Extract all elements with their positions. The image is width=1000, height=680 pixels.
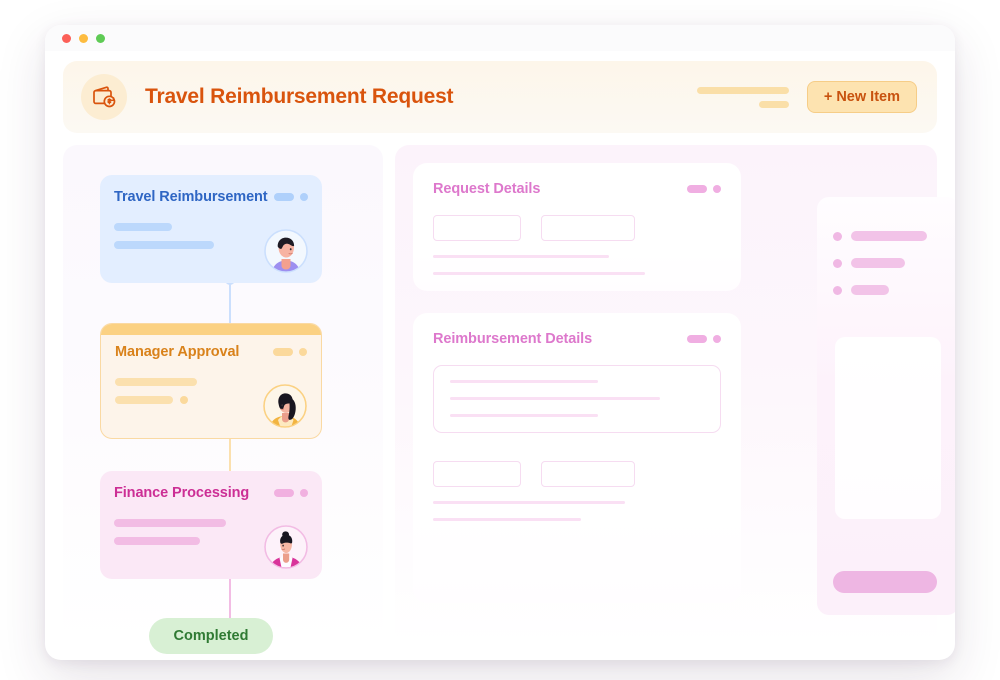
- skeleton-line: [433, 272, 645, 275]
- reimbursement-field-b-input[interactable]: [541, 461, 635, 487]
- reimbursement-field-a-input[interactable]: [433, 461, 521, 487]
- skeleton-line: [114, 537, 200, 545]
- badge-pill-icon: [273, 348, 293, 356]
- wallet-dollar-refresh-icon: [81, 74, 127, 120]
- connector-line: [229, 577, 231, 621]
- badge-pill-icon: [274, 193, 294, 201]
- card-header: Reimbursement Details: [433, 331, 721, 347]
- skeleton-dot: [180, 396, 188, 404]
- card-body: [114, 223, 308, 273]
- card-header: Finance Processing: [114, 485, 308, 501]
- skeleton-line: [433, 518, 581, 521]
- skeleton-line: [450, 380, 598, 383]
- section-title: Request Details: [433, 181, 541, 197]
- badge-dot-icon: [299, 348, 307, 356]
- badge-pill-icon: [687, 185, 707, 193]
- badge-dot-icon: [300, 489, 308, 497]
- page-header: Travel Reimbursement Request + New Item: [63, 61, 937, 133]
- badge-pill-icon: [274, 489, 294, 497]
- sidebar-content-block: [835, 337, 941, 519]
- details-sidebar: [817, 197, 955, 615]
- header-skeleton-text: [696, 86, 789, 108]
- details-panel: Request Details Reimbursement Details: [395, 145, 955, 645]
- connector-line: [229, 281, 231, 325]
- list-item[interactable]: [833, 285, 943, 295]
- skeleton-line: [115, 396, 173, 404]
- request-field-b-input[interactable]: [541, 215, 635, 241]
- list-item[interactable]: [833, 231, 943, 241]
- skeleton-line: [851, 231, 927, 241]
- status-badge: [687, 185, 721, 193]
- badge-pill-icon: [687, 335, 707, 343]
- badge-dot-icon: [300, 193, 308, 201]
- step-title: Travel Reimbursement: [114, 189, 268, 205]
- workflow-panel: Travel Reimbursement Manager Approval Fi…: [63, 145, 383, 654]
- workflow-steps-list: Travel Reimbursement Manager Approval Fi…: [63, 145, 383, 654]
- bullet-icon: [833, 258, 842, 268]
- skeleton-line: [450, 397, 660, 400]
- browser-window: Travel Reimbursement Request + New Item …: [45, 25, 955, 660]
- status-badge-completed: Completed: [149, 618, 273, 654]
- reimbursement-details-card: Reimbursement Details: [413, 313, 741, 603]
- window-titlebar: [45, 25, 955, 51]
- card-header: Travel Reimbursement: [114, 189, 308, 205]
- maximize-window-button[interactable]: [96, 33, 105, 43]
- skeleton-line: [114, 241, 214, 249]
- workflow-step-card-travel-reimbursement[interactable]: Travel Reimbursement: [100, 175, 322, 283]
- skeleton-line: [433, 501, 625, 504]
- page-title: Travel Reimbursement Request: [145, 85, 454, 108]
- status-badge: [687, 335, 721, 343]
- skeleton-line: [450, 414, 598, 417]
- status-badge: [274, 489, 308, 497]
- bullet-icon: [833, 285, 842, 295]
- workflow-step-card-finance-processing[interactable]: Finance Processing: [100, 471, 322, 579]
- minimize-window-button[interactable]: [79, 33, 88, 43]
- section-title: Reimbursement Details: [433, 331, 593, 347]
- avatar: [264, 229, 308, 273]
- avatar: [264, 525, 308, 569]
- workflow-step-card-manager-approval[interactable]: Manager Approval: [100, 323, 322, 439]
- status-badge: [273, 348, 307, 356]
- request-details-card: Request Details: [413, 163, 741, 291]
- bullet-icon: [833, 231, 842, 241]
- field-row: [433, 215, 721, 241]
- reimbursement-description-textarea[interactable]: [433, 365, 721, 433]
- add-new-item-button[interactable]: + New Item: [806, 81, 917, 113]
- skeleton-line: [851, 258, 905, 268]
- request-field-a-input[interactable]: [433, 215, 521, 241]
- field-row: [433, 461, 721, 487]
- sidebar-primary-action-button[interactable]: [833, 571, 937, 593]
- skeleton-line: [758, 100, 789, 108]
- badge-dot-icon: [713, 335, 721, 343]
- skeleton-line: [114, 519, 226, 527]
- step-title: Finance Processing: [114, 485, 250, 501]
- skeleton-line: [114, 223, 172, 231]
- card-body: [115, 378, 307, 428]
- skeleton-line: [433, 255, 609, 258]
- status-badge: [274, 193, 308, 201]
- avatar: [263, 384, 307, 428]
- card-header: Request Details: [433, 181, 721, 197]
- skeleton-line: [115, 378, 197, 386]
- skeleton-line: [851, 285, 889, 295]
- close-window-button[interactable]: [62, 33, 71, 43]
- badge-dot-icon: [713, 185, 721, 193]
- card-header: Manager Approval: [115, 344, 307, 360]
- card-body: [114, 519, 308, 569]
- skeleton-line: [696, 86, 789, 94]
- list-item[interactable]: [833, 258, 943, 268]
- step-title: Manager Approval: [115, 344, 240, 360]
